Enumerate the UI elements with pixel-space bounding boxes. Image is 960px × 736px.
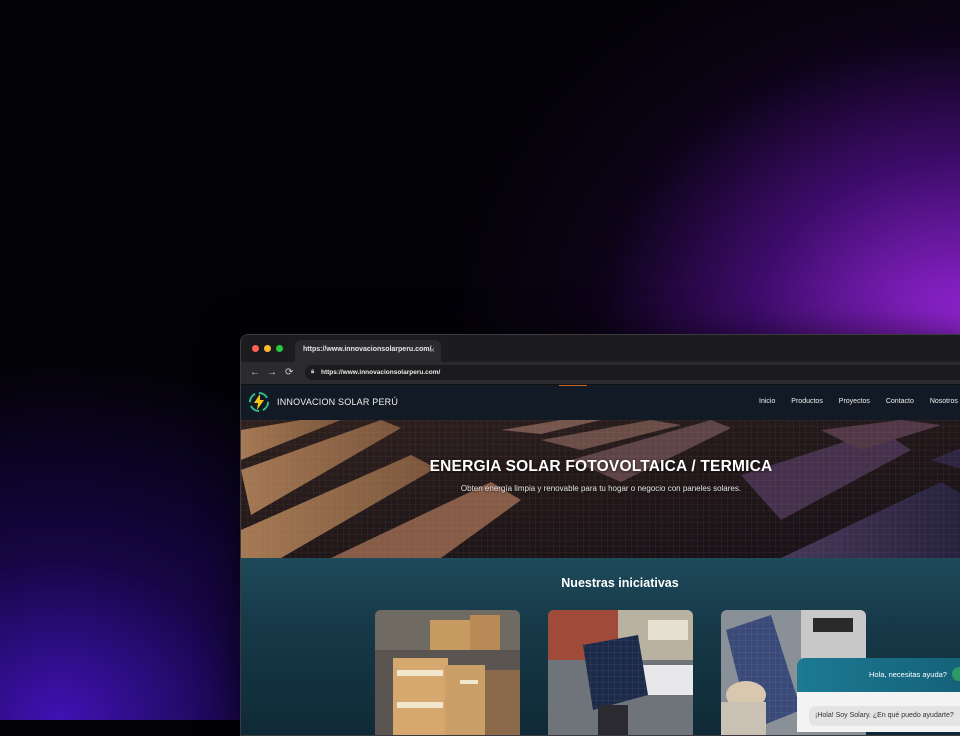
back-arrow-icon[interactable]: ← bbox=[250, 365, 260, 381]
chat-header-text: Hola, necesitas ayuda? bbox=[869, 670, 947, 679]
hero-title: ENERGIA SOLAR FOTOVOLTAICA / TERMICA bbox=[429, 458, 773, 475]
maximize-window-button[interactable] bbox=[276, 345, 283, 352]
boxed-panels-image bbox=[375, 610, 520, 735]
forward-arrow-icon[interactable]: → bbox=[267, 365, 277, 381]
panel-carrier-image bbox=[548, 610, 693, 735]
chat-widget-header[interactable]: Hola, necesitas ayuda? bbox=[797, 658, 960, 692]
nav-link-inicio[interactable]: Inicio bbox=[759, 398, 775, 405]
reload-icon[interactable]: ⟳ bbox=[285, 365, 293, 381]
browser-toolbar: ← → ⟳ 🔒︎ https://www.innovacionsolarperu… bbox=[241, 362, 960, 385]
nav-link-productos[interactable]: Productos bbox=[791, 398, 823, 405]
tab-title: https://www.innovacionsolarperu.com/ bbox=[303, 346, 432, 353]
site-nav-links: Inicio Productos Proyectos Contacto Noso… bbox=[759, 398, 960, 405]
section-title: Nuestras iniciativas bbox=[561, 576, 679, 590]
chat-greeting-bubble: ¡Hola! Soy Solary. ¿En qué puedo ayudart… bbox=[809, 706, 960, 726]
chat-avatar bbox=[952, 667, 960, 681]
initiative-card-street[interactable] bbox=[548, 610, 693, 735]
browser-tab[interactable]: https://www.innovacionsolarperu.com/ × bbox=[295, 340, 441, 362]
lock-icon: 🔒︎ bbox=[311, 369, 315, 375]
brand-name[interactable]: INNOVACION SOLAR PERÚ bbox=[277, 397, 398, 407]
hero-banner: ENERGIA SOLAR FOTOVOLTAICA / TERMICA Obt… bbox=[241, 420, 960, 558]
nav-link-contacto[interactable]: Contacto bbox=[886, 398, 914, 405]
initiative-card-boxes[interactable] bbox=[375, 610, 520, 735]
nav-link-proyectos[interactable]: Proyectos bbox=[839, 398, 870, 405]
accent-line bbox=[559, 385, 587, 386]
close-window-button[interactable] bbox=[252, 345, 259, 352]
chat-greeting-text: ¡Hola! Soy Solary. ¿En qué puedo ayudart… bbox=[815, 712, 954, 719]
nav-link-nosotros[interactable]: Nosotros bbox=[930, 398, 958, 405]
hero-subtitle: Obten energía limpia y renovable para tu… bbox=[460, 484, 742, 493]
address-bar[interactable]: 🔒︎ https://www.innovacionsolarperu.com/ bbox=[305, 365, 960, 380]
address-url: https://www.innovacionsolarperu.com/ bbox=[321, 369, 441, 376]
solar-logo-icon[interactable] bbox=[248, 391, 270, 413]
minimize-window-button[interactable] bbox=[264, 345, 271, 352]
browser-titlebar: https://www.innovacionsolarperu.com/ × bbox=[241, 335, 960, 362]
tab-close-icon[interactable]: × bbox=[430, 340, 435, 360]
site-navbar: INNOVACION SOLAR PERÚ Inicio Productos P… bbox=[241, 385, 960, 420]
